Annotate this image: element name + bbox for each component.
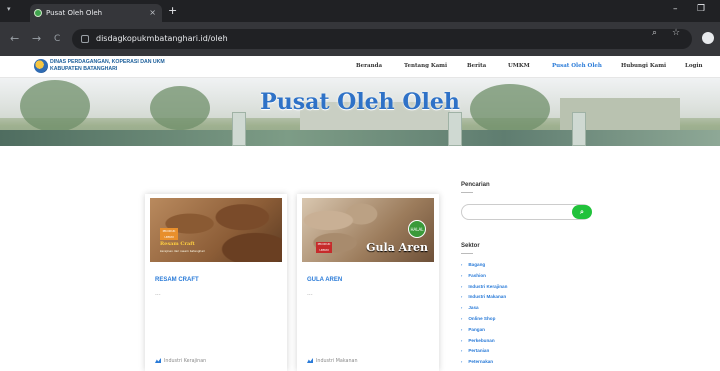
product-image-label: Gula Aren <box>366 241 428 254</box>
url-omnibox[interactable]: disdagkopukmbatanghari.id/oleh <box>72 29 692 49</box>
site-info-icon[interactable] <box>81 35 89 43</box>
sector-item[interactable]: › Industri Makanan <box>461 294 507 305</box>
product-category[interactable]: Industri Kerajinan <box>155 358 206 364</box>
hero-banner: Pusat Oleh Oleh <box>0 78 720 146</box>
chevron-right-icon: › <box>461 359 463 365</box>
hero-pillar <box>232 112 246 146</box>
search-icon: ⌕ <box>580 208 584 216</box>
restore-button[interactable]: ❐ <box>697 4 705 14</box>
heading-underline <box>461 192 473 193</box>
product-image[interactable]: HALAL PRODUK UMKM Gula Aren <box>302 198 434 262</box>
new-tab-button[interactable]: + <box>168 5 177 17</box>
org-name[interactable]: DINAS PERDAGANGAN, KOPERASI DAN UKM KABU… <box>50 59 165 72</box>
halal-badge: HALAL <box>408 220 426 238</box>
tab-close-icon[interactable]: × <box>149 4 156 22</box>
sector-item[interactable]: › Online Shop <box>461 316 507 327</box>
chevron-right-icon: › <box>461 315 463 321</box>
profile-avatar[interactable] <box>702 32 714 44</box>
sector-item[interactable]: › Peternakan <box>461 359 507 370</box>
sector-section: Sektor <box>461 243 480 254</box>
page-title: Pusat Oleh Oleh <box>260 89 460 115</box>
product-category-label: Industri Makanan <box>316 359 358 364</box>
chevron-right-icon: › <box>461 305 463 311</box>
browser-tab-bar: ▾ Pusat Oleh Oleh × + – ❐ <box>0 0 720 22</box>
org-name-line1: DINAS PERDAGANGAN, KOPERASI DAN UKM <box>50 59 165 65</box>
sector-item[interactable]: › Bagang <box>461 262 507 273</box>
sector-item[interactable]: › Perkebunan <box>461 338 507 349</box>
tab-title: Pusat Oleh Oleh <box>46 9 103 17</box>
product-card[interactable]: PRODUK UMKM Resam Craft kerajinan dari r… <box>145 194 287 371</box>
address-bar-row: ← → C disdagkopukmbatanghari.id/oleh ⌕ ☆ <box>0 22 720 56</box>
hero-pillar <box>572 112 586 146</box>
sector-item[interactable]: › Pangan <box>461 327 507 338</box>
sector-item[interactable]: › Pertanian <box>461 348 507 359</box>
product-title[interactable]: RESAM CRAFT <box>155 277 199 283</box>
tab-favicon-icon <box>34 9 42 17</box>
sector-list: › Bagang › Fashion › Industri Kerajinan › In… <box>461 262 507 370</box>
hero-pillar <box>448 112 462 146</box>
chevron-right-icon: › <box>461 283 463 289</box>
nav-login[interactable]: Login <box>685 63 702 69</box>
search-button[interactable]: ⌕ <box>572 205 592 219</box>
category-chart-icon <box>155 358 161 363</box>
search-heading: Pencarian <box>461 182 490 188</box>
nav-tentang-kami[interactable]: Tentang Kami <box>404 63 447 69</box>
back-button[interactable]: ← <box>10 32 19 46</box>
product-image-label: Resam Craft <box>160 241 195 247</box>
sector-item[interactable]: › Industri Kerajinan <box>461 284 507 295</box>
nav-berita[interactable]: Berita <box>467 63 486 69</box>
chevron-right-icon: › <box>461 272 463 278</box>
nav-umkm[interactable]: UMKM <box>508 63 530 69</box>
org-name-line2: KABUPATEN BATANGHARI <box>50 65 118 72</box>
bookmark-star-icon[interactable]: ☆ <box>672 28 680 38</box>
sidebar: Pencarian ⌕ Sektor › Bagang › Fashion › Ind… <box>461 182 601 364</box>
nav-hubungi-kami[interactable]: Hubungi Kami <box>621 63 666 69</box>
sector-item[interactable]: › Fashion <box>461 273 507 284</box>
product-image-tag: PRODUK UMKM <box>316 242 332 253</box>
sector-heading: Sektor <box>461 243 480 249</box>
nav-pusat-oleh-oleh[interactable]: Pusat Oleh Oleh <box>552 63 602 69</box>
product-card[interactable]: HALAL PRODUK UMKM Gula Aren GULA AREN ..… <box>297 194 439 371</box>
chevron-right-icon: › <box>461 326 463 332</box>
browser-tab[interactable]: Pusat Oleh Oleh × <box>30 4 162 22</box>
chevron-right-icon: › <box>461 294 463 300</box>
minimize-button[interactable]: – <box>673 4 678 14</box>
category-chart-icon <box>307 358 313 363</box>
product-excerpt: ... <box>307 290 313 297</box>
chevron-right-icon: › <box>461 348 463 354</box>
sector-item[interactable]: › Jasa <box>461 305 507 316</box>
tab-search-icon[interactable]: ▾ <box>7 5 21 17</box>
product-category-label: Industri Kerajinan <box>164 359 207 364</box>
org-logo[interactable] <box>34 59 48 73</box>
product-image-tag: PRODUK UMKM <box>160 228 178 240</box>
nav-beranda[interactable]: Beranda <box>356 63 382 69</box>
hero-wall <box>0 130 720 146</box>
chevron-right-icon: › <box>461 262 463 267</box>
product-excerpt: ... <box>155 290 161 297</box>
product-image[interactable]: PRODUK UMKM Resam Craft kerajinan dari r… <box>150 198 282 262</box>
chevron-right-icon: › <box>461 337 463 343</box>
site-header: DINAS PERDAGANGAN, KOPERASI DAN UKM KABU… <box>0 56 720 78</box>
reload-button[interactable]: C <box>54 32 60 46</box>
product-category[interactable]: Industri Makanan <box>307 358 357 364</box>
product-title[interactable]: GULA AREN <box>307 277 342 283</box>
url-text: disdagkopukmbatanghari.id/oleh <box>96 34 228 43</box>
zoom-icon[interactable]: ⌕ <box>652 28 657 38</box>
heading-underline <box>461 253 473 254</box>
forward-button[interactable]: → <box>32 32 41 46</box>
product-image-subtitle: kerajinan dari resam batanghari <box>160 249 205 253</box>
